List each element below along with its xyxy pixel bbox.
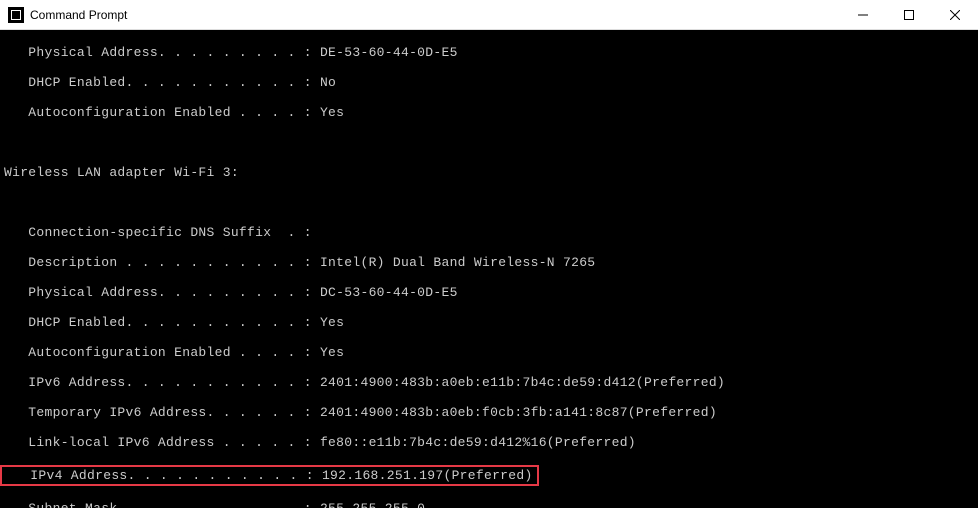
adapter-header: Wireless LAN adapter Wi-Fi 3: bbox=[4, 165, 974, 180]
output-line: Physical Address. . . . . . . . . : DC-5… bbox=[4, 285, 974, 300]
output-line bbox=[4, 135, 974, 150]
output-line: Connection-specific DNS Suffix . : bbox=[4, 225, 974, 240]
close-button[interactable] bbox=[932, 0, 978, 30]
window-title: Command Prompt bbox=[30, 8, 840, 22]
ipv4-highlighted-line: IPv4 Address. . . . . . . . . . . : 192.… bbox=[4, 465, 974, 486]
output-line: DHCP Enabled. . . . . . . . . . . : No bbox=[4, 75, 974, 90]
minimize-button[interactable] bbox=[840, 0, 886, 30]
output-line: IPv6 Address. . . . . . . . . . . : 2401… bbox=[4, 375, 974, 390]
titlebar: Command Prompt bbox=[0, 0, 978, 30]
output-line bbox=[4, 195, 974, 210]
window-controls bbox=[840, 0, 978, 29]
output-line: Physical Address. . . . . . . . . : DE-5… bbox=[4, 45, 974, 60]
output-line: Temporary IPv6 Address. . . . . . : 2401… bbox=[4, 405, 974, 420]
output-line: Autoconfiguration Enabled . . . . : Yes bbox=[4, 345, 974, 360]
output-line: DHCP Enabled. . . . . . . . . . . : Yes bbox=[4, 315, 974, 330]
output-line: Subnet Mask . . . . . . . . . . . : 255.… bbox=[4, 501, 974, 508]
terminal-output[interactable]: Physical Address. . . . . . . . . : DE-5… bbox=[0, 30, 978, 508]
output-line: Description . . . . . . . . . . . : Inte… bbox=[4, 255, 974, 270]
output-line: Autoconfiguration Enabled . . . . : Yes bbox=[4, 105, 974, 120]
ipv4-highlight-box: IPv4 Address. . . . . . . . . . . : 192.… bbox=[0, 465, 539, 486]
cmd-icon bbox=[8, 7, 24, 23]
output-line: Link-local IPv6 Address . . . . . : fe80… bbox=[4, 435, 974, 450]
maximize-button[interactable] bbox=[886, 0, 932, 30]
